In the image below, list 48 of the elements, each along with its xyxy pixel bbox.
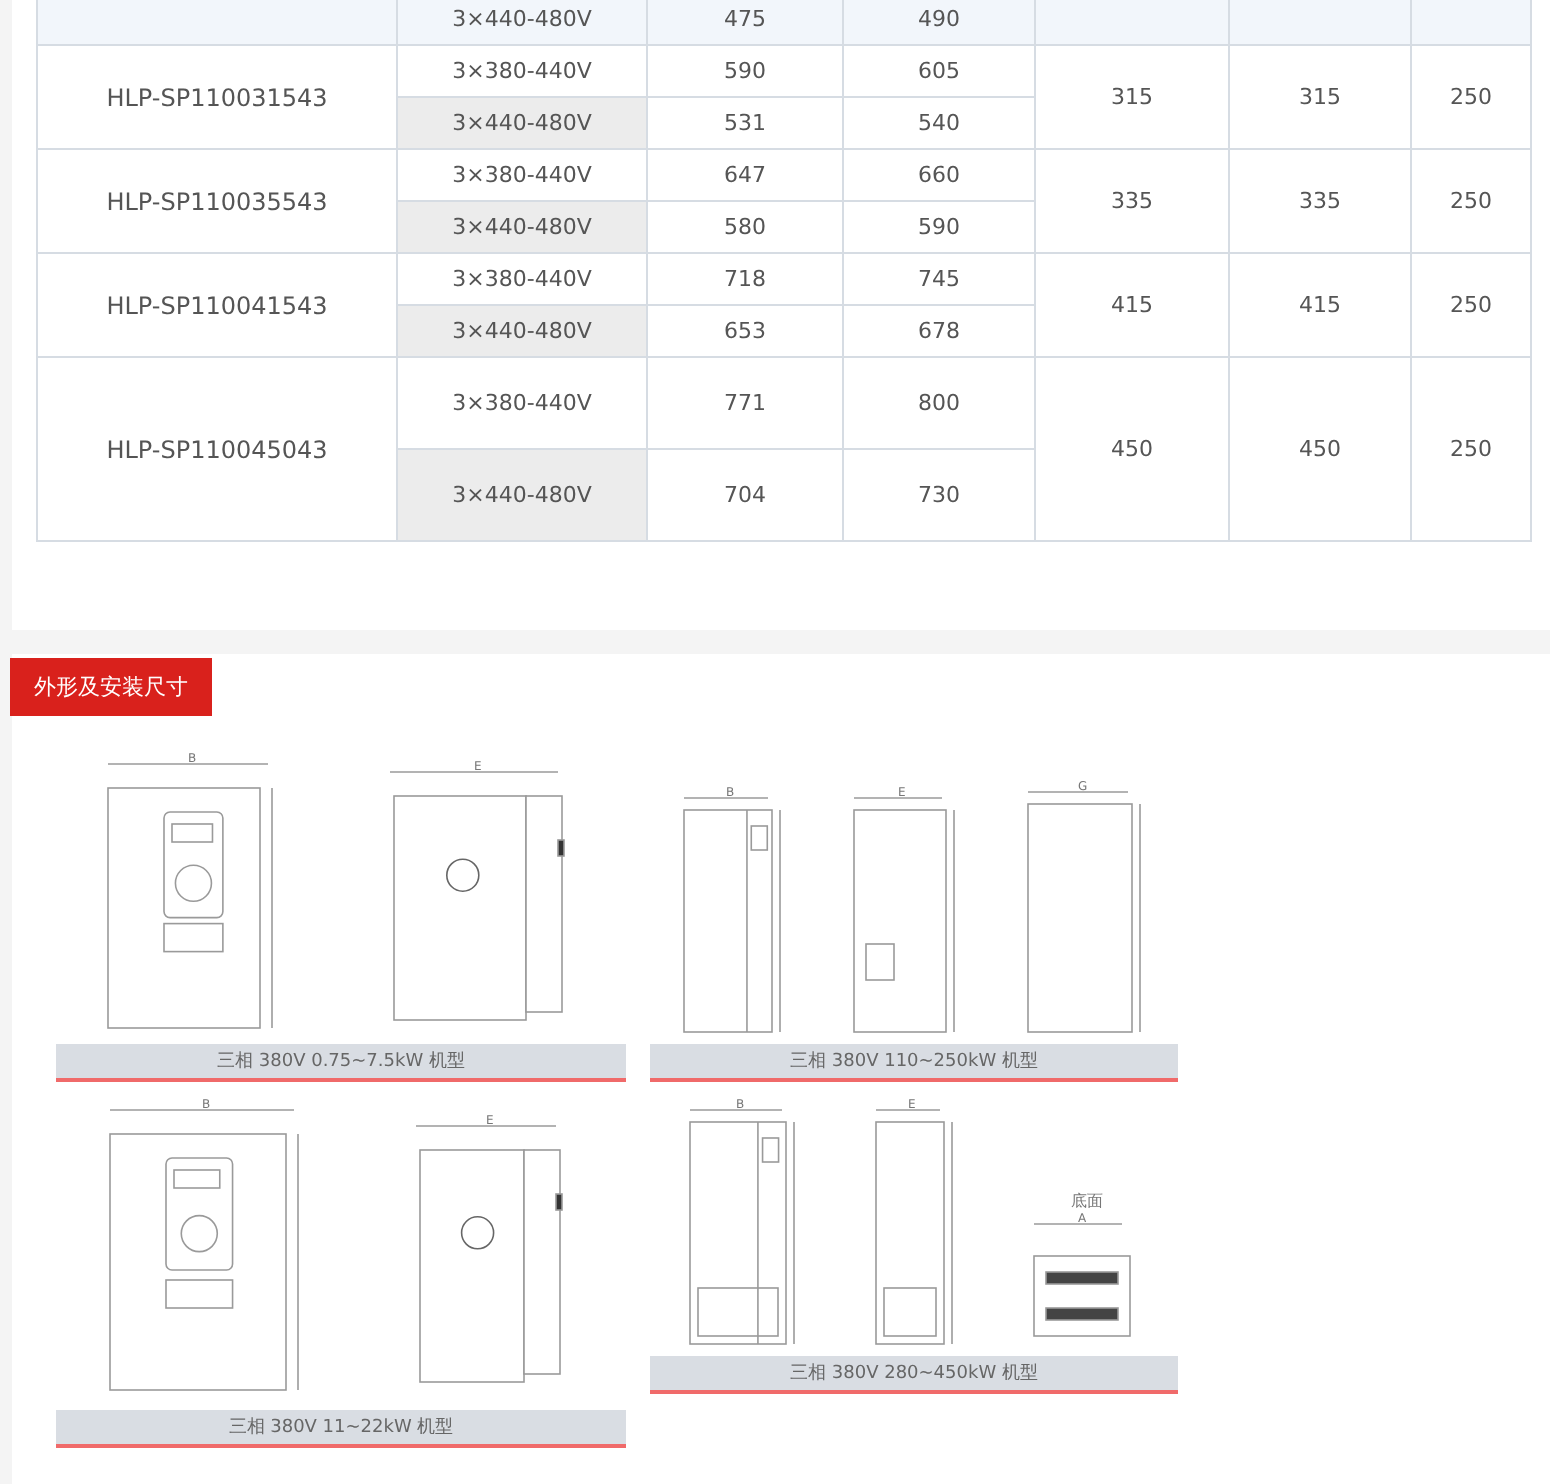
table-cell: 745 bbox=[918, 266, 960, 292]
voltage-cell: 3×440-480V bbox=[452, 318, 592, 344]
table-cell: 590 bbox=[724, 58, 766, 84]
model-cell: HLP-SP110035543 bbox=[106, 187, 328, 215]
table-cell: 335 bbox=[1299, 188, 1341, 214]
table-cell: 678 bbox=[918, 318, 960, 344]
table-cell: 730 bbox=[918, 482, 960, 508]
voltage-cell: 3×380-440V bbox=[452, 162, 592, 188]
table-cell: 718 bbox=[724, 266, 766, 292]
table-cell: 250 bbox=[1450, 292, 1492, 318]
table-cell: 580 bbox=[724, 214, 766, 240]
table-cell: 605 bbox=[918, 58, 960, 84]
table-cell: 653 bbox=[724, 318, 766, 344]
view-title: 底面 bbox=[1070, 1190, 1103, 1212]
voltage-cell: 3×380-440V bbox=[452, 266, 592, 292]
model-cell: HLP-SP110045043 bbox=[106, 435, 328, 463]
table-cell: 250 bbox=[1450, 188, 1492, 214]
table-cell: 250 bbox=[1450, 436, 1492, 462]
table-cell: 450 bbox=[1299, 436, 1341, 462]
voltage-cell: 3×380-440V bbox=[452, 58, 592, 84]
figure-caption: 三相 380V 0.75~7.5kW 机型 bbox=[56, 1044, 626, 1082]
table-cell: 475 bbox=[724, 6, 766, 32]
table-cell: 531 bbox=[724, 110, 766, 136]
voltage-cell: 3×380-440V bbox=[452, 390, 592, 416]
table-cell: 415 bbox=[1299, 292, 1341, 318]
table-cell: 704 bbox=[724, 482, 766, 508]
model-cell: HLP-SP110041543 bbox=[106, 291, 328, 319]
table-cell: 771 bbox=[724, 390, 766, 416]
table-cell: 647 bbox=[724, 162, 766, 188]
voltage-cell: 3×440-480V bbox=[452, 482, 592, 508]
table-cell: 590 bbox=[918, 214, 960, 240]
table-cell: 800 bbox=[918, 390, 960, 416]
model-cell: HLP-SP110031543 bbox=[106, 83, 328, 111]
figure-caption: 三相 380V 280~450kW 机型 bbox=[650, 1356, 1178, 1394]
table-cell: 540 bbox=[918, 110, 960, 136]
table-cell: 335 bbox=[1111, 188, 1153, 214]
table-cell: 450 bbox=[1111, 436, 1153, 462]
table-cell: 490 bbox=[918, 6, 960, 32]
table-cell: 660 bbox=[918, 162, 960, 188]
voltage-cell: 3×440-480V bbox=[452, 110, 592, 136]
voltage-cell: 3×440-480V bbox=[452, 6, 592, 32]
table-cell: 250 bbox=[1450, 84, 1492, 110]
table-cell: 415 bbox=[1111, 292, 1153, 318]
figure-caption: 三相 380V 11~22kW 机型 bbox=[56, 1410, 626, 1448]
table-cell: 315 bbox=[1111, 84, 1153, 110]
table-cell: 315 bbox=[1299, 84, 1341, 110]
figure-caption: 三相 380V 110~250kW 机型 bbox=[650, 1044, 1178, 1082]
voltage-cell: 3×440-480V bbox=[452, 214, 592, 240]
